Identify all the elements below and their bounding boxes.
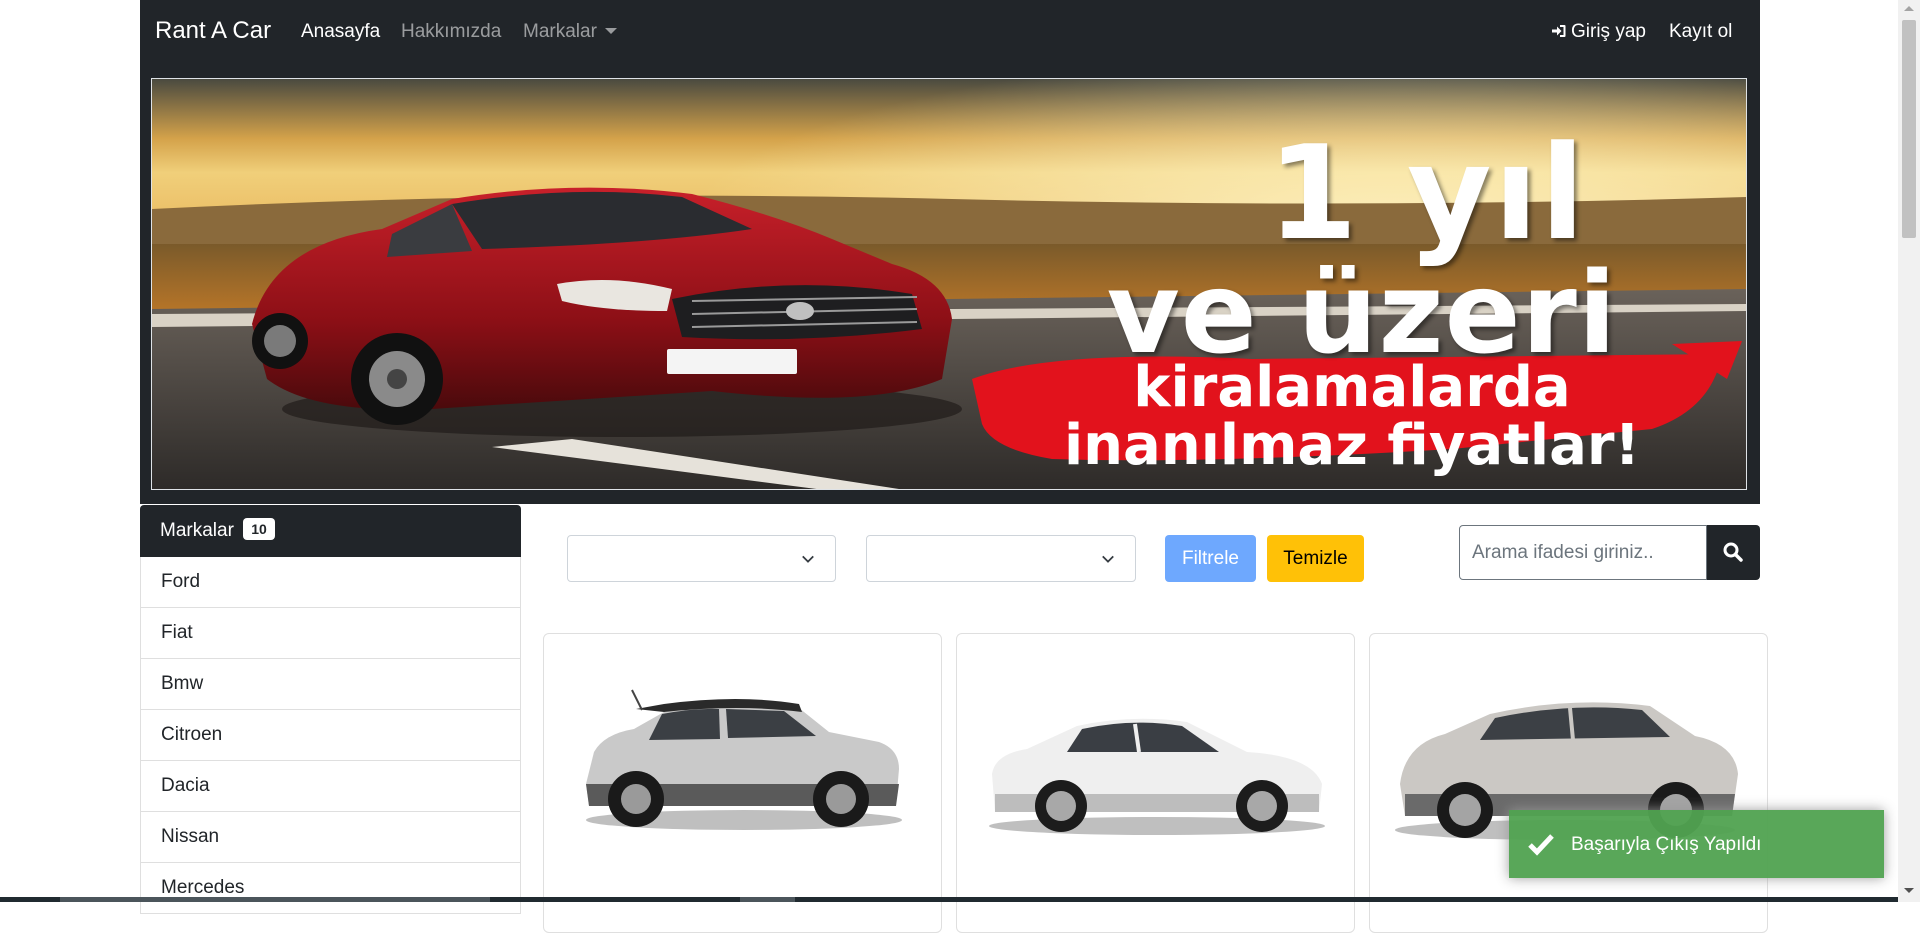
brand-list-title: Markalar [160,520,234,541]
clear-button[interactable]: Temizle [1267,535,1364,582]
brand-list: Markalar 10 Ford Fiat Bmw Citroen Dacia … [140,505,521,914]
banner-tagline-line1: kiralamalarda [1133,355,1571,420]
brand-count-badge: 10 [243,518,275,540]
banner-tagline-line2: inanılmaz fiyatlar! [1063,413,1641,478]
car-card[interactable] [1369,633,1768,933]
banner-section: 1 yıl ve üzeri kiralamalarda inanılmaz f… [140,67,1760,504]
success-toast[interactable]: Başarıyla Çıkış Yapıldı [1509,810,1884,878]
brand-item-fiat[interactable]: Fiat [140,608,521,659]
brand-item-nissan[interactable]: Nissan [140,812,521,863]
car-card[interactable] [956,633,1355,933]
brand-item-ford[interactable]: Ford [140,557,521,608]
banner-tagline: kiralamalarda inanılmaz fiyatlar! [982,359,1722,475]
login-label: Giriş yap [1571,21,1646,42]
banner-headline: 1 yıl [1267,117,1587,269]
scroll-up-icon[interactable] [1904,6,1914,11]
brand-item-bmw[interactable]: Bmw [140,659,521,710]
nav-link-hakkimizda[interactable]: Hakkımızda [401,21,501,43]
white-sedan-image [989,718,1325,835]
search-input[interactable] [1459,525,1707,580]
nav-dropdown-label: Markalar [523,21,597,42]
brand-filter-select[interactable] [567,535,836,582]
toast-message: Başarıyla Çıkış Yapıldı [1571,834,1762,855]
color-filter-select[interactable] [866,535,1136,582]
filter-button[interactable]: Filtrele [1165,535,1256,582]
register-link[interactable]: Kayıt ol [1669,21,1732,43]
scrollbar-thumb[interactable] [1902,20,1916,238]
search-icon [1723,542,1743,562]
navbar: Rant A Car Anasayfa Hakkımızda Markalar … [140,0,1760,67]
vertical-scrollbar[interactable] [1898,0,1920,902]
brand-logo[interactable]: Rant A Car [155,17,271,45]
promo-banner: 1 yıl ve üzeri kiralamalarda inanılmaz f… [151,78,1747,490]
brand-list-header: Markalar 10 [140,505,521,557]
brand-item-dacia[interactable]: Dacia [140,761,521,812]
silver-crossover-image [1395,702,1738,840]
caret-down-icon [604,28,617,34]
nav-dropdown-markalar[interactable]: Markalar [523,21,617,43]
scroll-down-icon[interactable] [1904,888,1914,893]
car-card[interactable] [543,633,942,933]
check-icon [1528,834,1554,856]
chevron-down-icon [1102,555,1114,563]
search-button[interactable] [1707,525,1760,580]
taskbar-strip [0,897,1898,902]
chevron-down-icon [802,555,814,563]
white-suv-image [586,689,902,830]
taskbar-item[interactable] [60,897,490,902]
taskbar-item[interactable] [740,897,795,902]
sign-in-icon [1552,25,1566,37]
nav-link-anasayfa[interactable]: Anasayfa [301,21,380,43]
brand-item-mercedes[interactable]: Mercedes [140,863,521,914]
brand-item-citroen[interactable]: Citroen [140,710,521,761]
login-link[interactable]: Giriş yap [1551,21,1646,43]
